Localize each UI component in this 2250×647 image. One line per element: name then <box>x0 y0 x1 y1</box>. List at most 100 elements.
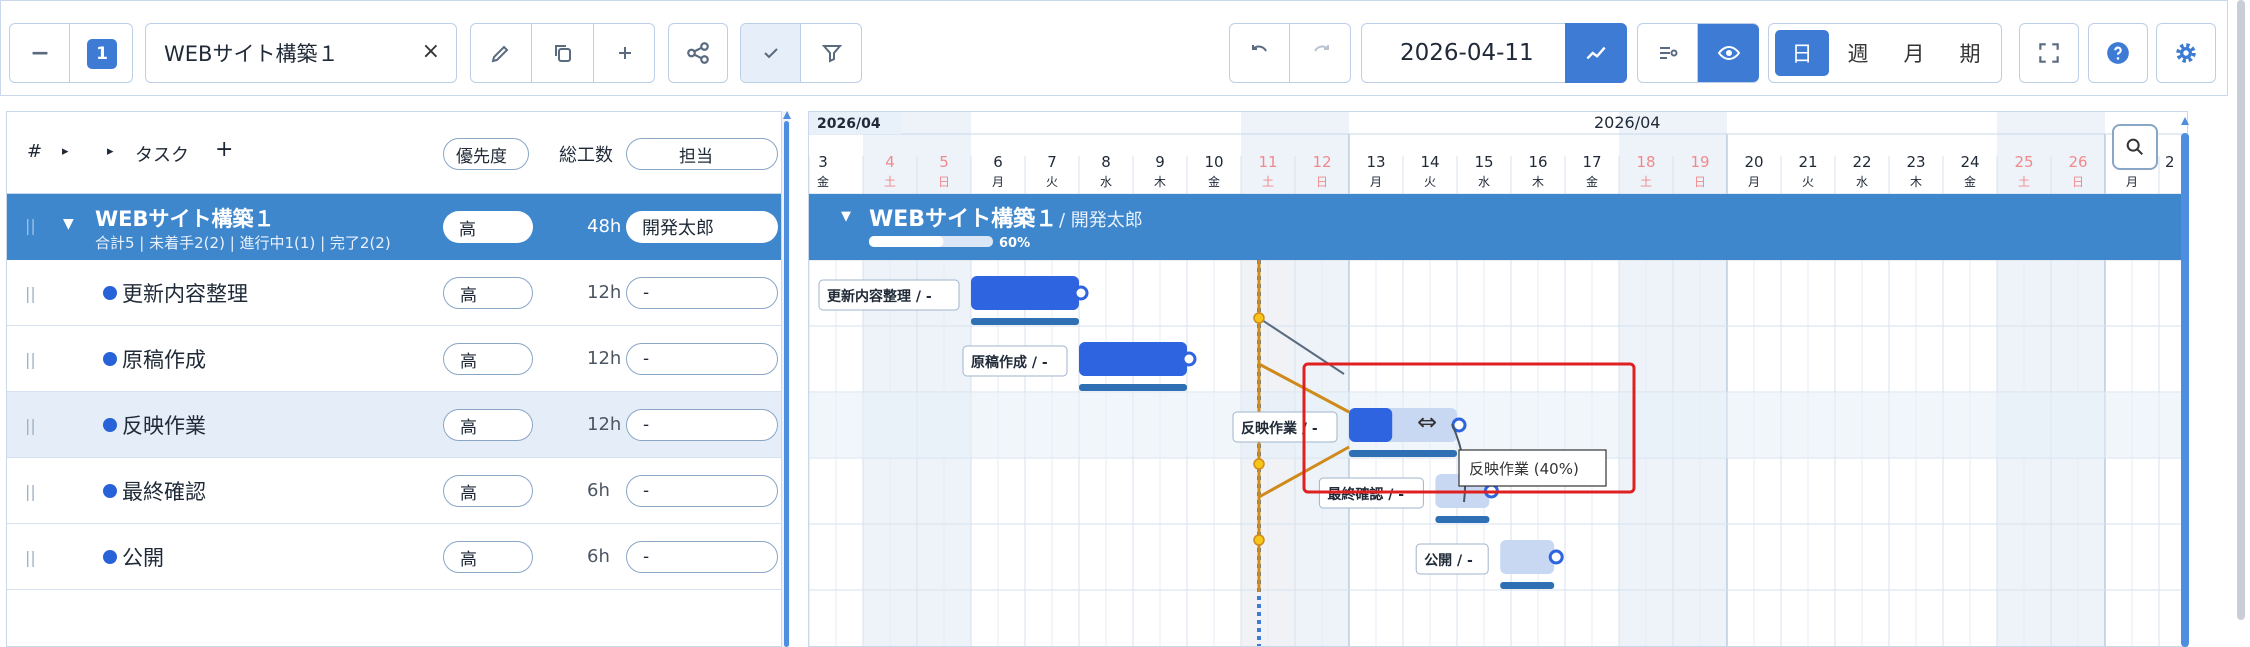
redo-button[interactable] <box>1290 24 1351 82</box>
filter-button[interactable] <box>801 24 862 82</box>
undo-button[interactable] <box>1230 24 1290 82</box>
add-button[interactable] <box>594 24 655 82</box>
settings-button[interactable] <box>2156 23 2216 83</box>
fullscreen-button[interactable] <box>2019 23 2079 83</box>
task-assignee[interactable]: - <box>626 343 778 375</box>
drag-handle-icon[interactable]: || <box>25 350 36 369</box>
task-priority[interactable]: 高 <box>443 343 533 375</box>
scroll-up-arrow-icon[interactable] <box>2181 117 2189 125</box>
search-icon <box>2126 138 2144 156</box>
task-row[interactable]: || 原稿作成 高 12h - <box>7 326 781 392</box>
weekday-label: 土 <box>2018 175 2030 189</box>
date-field[interactable]: 2026-04-11 <box>1361 23 1627 83</box>
assignee-header[interactable]: 担当 <box>626 138 778 170</box>
task-bar-label: 更新内容整理 / - <box>827 288 932 305</box>
add-task-button[interactable]: + <box>215 137 233 162</box>
task-bar-label: 原稿作成 / - <box>971 354 1048 371</box>
splitter-scrollbar[interactable] <box>784 121 789 647</box>
collapse-project-icon: ▼ <box>841 209 851 224</box>
weekday-label: 水 <box>1478 175 1490 189</box>
drag-handle-icon[interactable]: || <box>25 284 36 303</box>
task-row[interactable]: || 更新内容整理 高 12h - <box>7 260 781 326</box>
milestone-dot <box>1253 458 1265 470</box>
collapse-project-icon[interactable]: ▼ <box>63 216 74 232</box>
filter-button-group <box>740 23 862 83</box>
task-assignee[interactable]: - <box>626 475 778 507</box>
chart-vertical-scrollbar[interactable] <box>2178 111 2192 647</box>
project-assignee[interactable]: 開発太郎 <box>626 211 778 243</box>
task-bar[interactable] <box>1500 540 1555 574</box>
copy-button[interactable] <box>532 24 594 82</box>
task-priority[interactable]: 高 <box>443 277 533 309</box>
task-table-header: # ▸ ▸ タスク + 優先度 総工数 担当 <box>7 112 781 194</box>
scale-week-button[interactable]: 週 <box>1831 24 1885 82</box>
drag-handle-icon[interactable]: || <box>25 482 36 501</box>
day-number: 6 <box>993 153 1003 171</box>
pane-splitter[interactable] <box>782 111 791 647</box>
expand-level-2-icon[interactable]: ▸ <box>107 144 114 159</box>
task-priority[interactable]: 高 <box>443 409 533 441</box>
task-name: 公開 <box>122 546 164 570</box>
project-priority[interactable]: 高 <box>443 211 533 243</box>
status-dot-icon <box>103 418 117 432</box>
project-bar-title: WEBサイト構築１ <box>869 206 1057 232</box>
status-dot-icon <box>103 484 117 498</box>
drag-handle-icon[interactable]: || <box>25 216 36 235</box>
weekday-label: 金 <box>817 174 829 189</box>
task-bar-progress <box>1349 408 1393 442</box>
plus-icon <box>618 47 631 59</box>
task-hours: 12h <box>587 348 622 369</box>
day-number: 26 <box>2068 153 2087 171</box>
task-priority[interactable]: 高 <box>443 475 533 507</box>
task-row[interactable]: || 最終確認 高 6h - <box>7 458 781 524</box>
search-button[interactable] <box>2112 124 2158 170</box>
scroll-up-icon[interactable] <box>783 111 791 119</box>
help-button[interactable] <box>2088 23 2148 83</box>
day-number: 14 <box>1420 153 1439 171</box>
project-bar-owner: / 開発太郎 <box>1059 210 1143 231</box>
task-row[interactable]: || 公開 高 6h - <box>7 524 781 590</box>
chart-scroll-thumb[interactable] <box>2181 133 2189 647</box>
drag-handle-icon[interactable]: || <box>25 416 36 435</box>
weekday-label: 月 <box>1370 175 1382 189</box>
redo-icon <box>1313 45 1329 52</box>
priority-header[interactable]: 優先度 <box>443 138 529 170</box>
page-scrollbar[interactable] <box>2234 0 2248 647</box>
day-number: 10 <box>1204 153 1223 171</box>
task-row[interactable]: || 反映作業 高 12h - <box>7 392 781 458</box>
visibility-button[interactable] <box>1698 24 1759 82</box>
task-priority[interactable]: 高 <box>443 541 533 573</box>
day-number: 12 <box>1312 153 1331 171</box>
day-number: 8 <box>1101 153 1111 171</box>
page-scroll-thumb[interactable] <box>2237 0 2245 620</box>
day-number: 24 <box>1960 153 1979 171</box>
weekday-label: 日 <box>1316 175 1328 189</box>
day-number: 11 <box>1258 153 1277 171</box>
task-assignee[interactable]: - <box>626 409 778 441</box>
task-assignee[interactable]: - <box>626 541 778 573</box>
project-row[interactable]: || ▼ WEBサイト構築１ 合計5 | 未着手2(2) | 進行中1(1) |… <box>7 194 781 260</box>
clear-project-button[interactable]: × <box>422 39 440 64</box>
view-toggle-group <box>1637 23 1759 83</box>
drag-handle-icon[interactable]: || <box>25 548 36 567</box>
collapse-button[interactable] <box>10 24 70 82</box>
scale-month-button[interactable]: 月 <box>1887 24 1941 82</box>
check-toggle-button[interactable] <box>741 24 801 82</box>
link-handle-icon[interactable] <box>1073 285 1089 301</box>
project-select[interactable]: WEBサイト構築１ × <box>145 23 457 83</box>
page-number-badge[interactable]: 1 <box>87 39 117 69</box>
scale-period-button[interactable]: 期 <box>1943 24 1997 82</box>
task-hours: 6h <box>587 546 610 567</box>
scale-day-button[interactable]: 日 <box>1775 30 1829 76</box>
link-handle-icon[interactable] <box>1181 351 1197 367</box>
trend-button[interactable] <box>1565 23 1627 83</box>
col-hours-header: 総工数 <box>559 145 613 166</box>
expand-level-1-icon[interactable]: ▸ <box>62 144 69 159</box>
fullscreen-icon <box>2039 43 2059 63</box>
list-settings-button[interactable] <box>1638 24 1698 82</box>
edit-button[interactable] <box>471 24 532 82</box>
link-handle-icon[interactable] <box>1548 549 1564 565</box>
share-button[interactable] <box>668 23 728 83</box>
project-name: WEBサイト構築１ <box>95 207 275 231</box>
task-assignee[interactable]: - <box>626 277 778 309</box>
